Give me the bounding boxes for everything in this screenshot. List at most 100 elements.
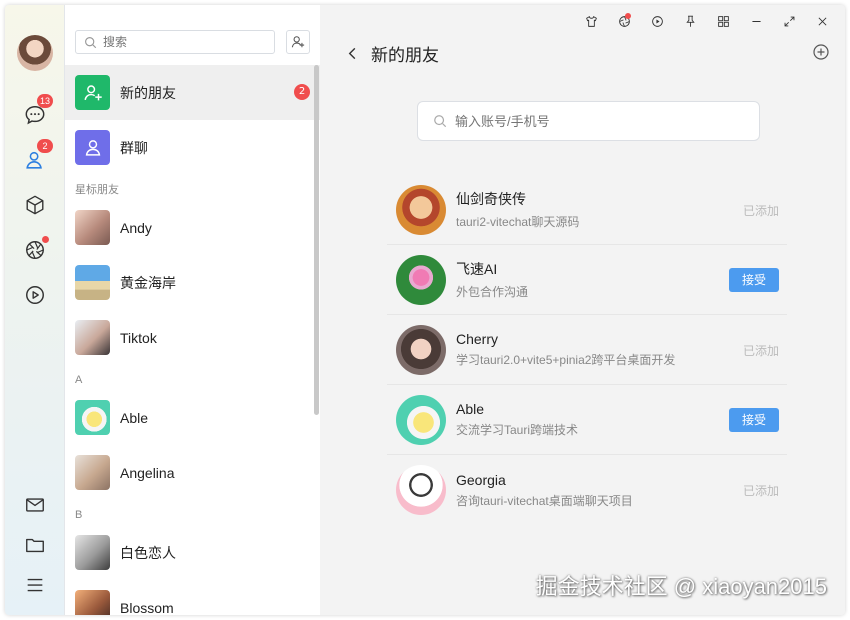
shirt-icon	[586, 15, 597, 27]
folder-icon	[26, 538, 44, 553]
contact-item[interactable]: Angelina	[65, 445, 320, 500]
new-friends-page: 新的朋友 仙剑奇侠传 tauri2-vitechat聊天源码 已添加 飞速AI	[320, 5, 845, 615]
friend-request-row[interactable]: 仙剑奇侠传 tauri2-vitechat聊天源码 已添加	[387, 175, 787, 245]
contact-item[interactable]: 白色恋人	[65, 525, 320, 580]
app-window: 13 2 搜索 新的朋友 2 群聊 星标朋友 Andy 黄金海岸 Tiktok …	[5, 5, 845, 615]
layout-button[interactable]	[707, 11, 740, 31]
new-friends-item[interactable]: 新的朋友 2	[65, 65, 320, 120]
video-toolbar-button[interactable]	[641, 11, 674, 31]
request-name: Georgia	[456, 471, 506, 488]
notification-dot	[625, 13, 631, 19]
new-friends-label: 新的朋友	[120, 84, 176, 101]
moments-toolbar-button[interactable]	[608, 11, 641, 31]
contact-name: Andy	[120, 219, 152, 236]
search-icon	[434, 115, 447, 128]
section-header-a: A	[75, 374, 83, 386]
contact-item[interactable]: Andy	[65, 200, 320, 255]
skin-button[interactable]	[575, 11, 608, 31]
nav-video-button[interactable]	[20, 280, 50, 310]
chat-unread-badge: 13	[37, 94, 54, 108]
contact-search-input[interactable]	[103, 35, 263, 49]
new-friends-thumb	[75, 75, 110, 110]
contact-item[interactable]: Able	[65, 390, 320, 445]
group-chat-label: 群聊	[120, 139, 148, 156]
accept-button[interactable]: 接受	[729, 268, 779, 292]
contact-avatar	[75, 400, 110, 435]
page-title: 新的朋友	[371, 45, 439, 65]
contacts-request-badge: 2	[37, 139, 53, 153]
plus-circle-icon	[813, 44, 829, 60]
contact-name: Tiktok	[120, 329, 157, 346]
nav-contacts-button[interactable]: 2	[20, 139, 53, 175]
nav-chat-button[interactable]: 13	[20, 94, 54, 130]
contact-item[interactable]: 黄金海岸	[65, 255, 320, 310]
back-button[interactable]	[345, 41, 365, 65]
minimize-button[interactable]	[740, 11, 773, 31]
accept-button[interactable]: 接受	[729, 408, 779, 432]
contact-avatar	[75, 320, 110, 355]
request-name: 仙剑奇侠传	[456, 191, 526, 207]
more-button[interactable]	[812, 43, 830, 61]
account-search-box[interactable]	[417, 101, 760, 141]
contact-item[interactable]: Tiktok	[65, 310, 320, 365]
close-icon	[818, 17, 827, 25]
request-avatar	[396, 324, 446, 375]
contact-list-scrollbar[interactable]	[314, 65, 319, 415]
account-search-input[interactable]	[455, 113, 735, 129]
pin-icon	[686, 15, 695, 27]
user-avatar[interactable]	[17, 35, 53, 71]
new-friends-count-badge: 2	[294, 84, 310, 100]
request-avatar	[396, 394, 446, 445]
search-icon	[85, 36, 97, 48]
request-status: 已添加	[742, 344, 779, 358]
friend-request-row[interactable]: Georgia 咨询tauri-vitechat桌面端聊天项目 已添加	[387, 455, 787, 525]
pin-button[interactable]	[674, 11, 707, 31]
contacts-panel: 新的朋友 2 群聊 星标朋友 Andy 黄金海岸 Tiktok	[65, 5, 320, 615]
starred-section-header: 星标朋友	[75, 184, 119, 196]
friend-request-row[interactable]: Cherry 学习tauri2.0+vite5+pinia2跨平台桌面开发 已添…	[387, 315, 787, 385]
chevron-left-icon	[348, 47, 356, 59]
contact-list: 新的朋友 2 群聊 星标朋友 Andy 黄金海岸 Tiktok A Able A…	[65, 65, 320, 615]
nav-moments-button[interactable]	[20, 235, 50, 265]
cube-icon	[26, 195, 44, 215]
request-status: 已添加	[742, 484, 779, 498]
request-info: Able 交流学习Tauri跨端技术	[456, 401, 578, 438]
request-status: 已添加	[742, 204, 779, 218]
add-friend-button[interactable]	[286, 30, 310, 54]
friend-request-row[interactable]: 飞速AI 外包合作沟通 接受	[387, 245, 787, 315]
menu-icon	[27, 578, 43, 592]
request-info: Cherry 学习tauri2.0+vite5+pinia2跨平台桌面开发	[456, 331, 675, 368]
request-message: tauri2-vitechat聊天源码	[456, 215, 580, 229]
contact-avatar	[75, 210, 110, 245]
group-chat-item[interactable]: 群聊	[65, 120, 320, 175]
friend-request-row[interactable]: Able 交流学习Tauri跨端技术 接受	[387, 385, 787, 455]
play-icon	[26, 286, 44, 304]
moments-dot	[42, 236, 49, 243]
request-avatar	[396, 465, 446, 515]
nav-mail-button[interactable]	[20, 490, 50, 520]
grid-icon	[718, 15, 729, 27]
page-header: 新的朋友	[345, 41, 439, 65]
request-name: Cherry	[456, 331, 499, 347]
request-message: 咨询tauri-vitechat桌面端聊天项目	[456, 493, 633, 508]
nav-cube-button[interactable]	[20, 190, 50, 220]
contact-avatar	[75, 455, 110, 490]
nav-folder-button[interactable]	[20, 530, 50, 560]
contact-avatar	[75, 590, 110, 615]
contact-name: Angelina	[120, 464, 175, 481]
group-chat-thumb	[75, 130, 110, 165]
contact-avatar	[75, 535, 110, 570]
request-avatar	[396, 184, 446, 235]
contact-name: Blossom	[120, 599, 174, 616]
contact-name: 白色恋人	[120, 544, 176, 561]
expand-icon	[784, 16, 795, 26]
contact-item[interactable]: Blossom	[65, 580, 320, 615]
nav-menu-button[interactable]	[20, 570, 50, 600]
contact-search-box[interactable]	[75, 30, 275, 54]
play-icon	[652, 15, 663, 27]
group-icon	[85, 139, 100, 156]
close-button[interactable]	[806, 11, 839, 31]
nav-rail: 13 2	[5, 5, 65, 615]
friend-request-list: 仙剑奇侠传 tauri2-vitechat聊天源码 已添加 飞速AI 外包合作沟…	[387, 175, 787, 525]
maximize-button[interactable]	[773, 11, 806, 31]
